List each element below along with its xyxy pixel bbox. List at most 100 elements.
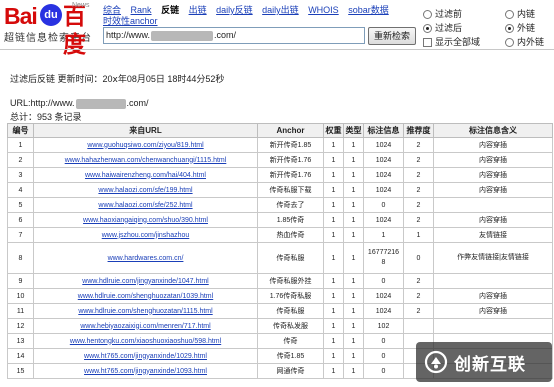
cell-tag-meaning: 内容穿插	[433, 137, 553, 153]
table-row: 8 www.hardwares.com.cn/传奇私服 1 1 16777216 80作…	[7, 242, 553, 274]
tab-outlinks[interactable]: 出链	[189, 5, 207, 15]
cell-weight: 1	[323, 182, 344, 198]
cell-from-url[interactable]: www.hardwares.com.cn/	[33, 242, 258, 274]
option-before-filter[interactable]: 过滤前	[423, 8, 480, 20]
cell-weight: 1	[323, 288, 344, 304]
cell-index: 6	[7, 212, 34, 228]
cell-index: 2	[7, 152, 34, 168]
table-row: 6 www.haoxiangaiqing.com/shuo/390.html 1.8…	[7, 212, 553, 228]
radio-checked-icon	[505, 23, 514, 33]
tab-whois[interactable]: WHOIS	[308, 5, 339, 15]
cell-recommend: 2	[403, 273, 434, 289]
col-header-recommend[interactable]: 推荐度	[403, 123, 434, 138]
cell-recommend: 2	[403, 182, 434, 198]
cell-from-url[interactable]: www.hdlruie.com/jingyanxinde/1047.html	[33, 273, 258, 289]
cell-from-url[interactable]: www.guohuqsiwo.com/ziyou/819.html	[33, 137, 258, 153]
cell-type: 1	[343, 348, 364, 364]
cell-tag-meaning: 内容穿插	[433, 288, 553, 304]
cell-type: 1	[343, 197, 364, 213]
tab-daily-outlinks[interactable]: daily出链	[262, 5, 299, 15]
cell-recommend	[403, 318, 434, 334]
option-label: 外链	[517, 23, 536, 33]
cell-recommend: 2	[403, 303, 434, 319]
cell-from-url[interactable]: www.haiwairenzheng.com/hai/404.html	[33, 167, 258, 183]
cell-index: 11	[7, 303, 34, 319]
backlinks-table: 编号 来自URL Anchor 权重 类型 标注信息 推荐度 标注信息含义 1 w…	[7, 123, 553, 379]
cell-tag-meaning: 内容穿插	[433, 303, 553, 319]
cell-weight: 1	[323, 363, 344, 379]
checkbox-icon	[423, 37, 432, 47]
option-label: 显示全部域	[435, 37, 481, 47]
header-divider	[0, 49, 554, 50]
logo-text-left: Bai	[4, 3, 38, 29]
cell-from-url[interactable]: www.hebiyaozaixigi.com/menren/717.html	[33, 318, 258, 334]
url-input[interactable]: http://www. .com/	[103, 27, 365, 44]
cell-index: 4	[7, 182, 34, 198]
tab-backlinks[interactable]: 反链	[161, 5, 179, 15]
cell-from-url[interactable]: www.jszhou.com/jinshazhou	[33, 227, 258, 243]
tab-daily-backlinks[interactable]: daily反链	[216, 5, 253, 15]
total-records: 总计：953 条记录	[10, 112, 82, 122]
cell-recommend: 1	[403, 227, 434, 243]
cell-type: 1	[343, 137, 364, 153]
cell-weight: 1	[323, 152, 344, 168]
cell-type: 1	[343, 303, 364, 319]
watermark-text: 创新互联	[454, 354, 526, 374]
cell-type: 1	[343, 363, 364, 379]
cell-tag-meaning: 内容穿插	[433, 182, 553, 198]
option-show-all-domains[interactable]: 显示全部域	[423, 36, 480, 48]
cell-from-url[interactable]: www.haoxiangaiqing.com/shuo/390.html	[33, 212, 258, 228]
radio-icon	[505, 37, 514, 47]
col-header-tag-meaning[interactable]: 标注信息含义	[433, 123, 553, 138]
option-label: 内链	[517, 9, 536, 19]
col-header-tag-info[interactable]: 标注信息	[363, 123, 404, 138]
cell-tag-info: 102	[363, 318, 404, 334]
cell-type: 1	[343, 152, 364, 168]
tab-timely-anchor[interactable]: 时效性anchor	[103, 14, 158, 27]
col-header-type[interactable]: 类型	[343, 123, 364, 138]
cell-from-url[interactable]: www.ht765.com/jingyanxinde/1093.html	[33, 363, 258, 379]
cell-tag-info: 1024	[363, 182, 404, 198]
cell-anchor: 新开传奇1.76	[257, 152, 324, 168]
col-header-index: 编号	[7, 123, 34, 138]
cell-tag-meaning	[433, 197, 553, 213]
baidu-logo[interactable]: Bai du 百度 News 超链信息检索平台	[4, 2, 102, 57]
cell-index: 9	[7, 273, 34, 289]
cell-from-url[interactable]: www.hdlruie.com/shenghuozatan/1115.html	[33, 303, 258, 319]
cell-recommend: 2	[403, 288, 434, 304]
option-external[interactable]: 外链	[505, 22, 544, 34]
cell-type: 1	[343, 333, 364, 349]
table-row: 3 www.haiwairenzheng.com/hai/404.html 新开传奇…	[7, 167, 553, 183]
option-label: 过滤前	[435, 9, 463, 19]
cell-from-url[interactable]: www.ht765.com/jingyanxinde/1029.html	[33, 348, 258, 364]
cell-tag-meaning	[433, 273, 553, 289]
cell-weight: 1	[323, 167, 344, 183]
cell-type: 1	[343, 273, 364, 289]
table-row: 7 www.jszhou.com/jinshazhou 热血传奇 1 1 1 1 友情链接	[7, 227, 553, 243]
cell-from-url[interactable]: www.halaozi.com/sfe/199.html	[33, 182, 258, 198]
cell-anchor: 网通传奇	[257, 363, 324, 379]
cell-weight: 1	[323, 227, 344, 243]
cell-tag-info: 1024	[363, 137, 404, 153]
option-after-filter[interactable]: 过滤后	[423, 22, 480, 34]
table-row: 5 www.halaozi.com/sfe/252.html 传奇去了 1 1 0 2	[7, 197, 553, 213]
research-button[interactable]: 重新检索	[368, 27, 416, 45]
col-header-from-url[interactable]: 来自URL	[33, 123, 258, 138]
tab-sobar[interactable]: sobar数据	[348, 5, 389, 15]
url-suffix: .com/	[214, 30, 237, 40]
cell-tag-meaning	[433, 318, 553, 334]
col-header-weight[interactable]: 权重	[323, 123, 344, 138]
masked-domain	[151, 30, 214, 41]
option-internal[interactable]: 内链	[505, 8, 544, 20]
cell-from-url[interactable]: www.hentongku.com/xiaoshuoxiaoshuo/598.h…	[33, 333, 258, 349]
col-header-anchor[interactable]: Anchor	[257, 123, 324, 138]
brand-logo-icon	[424, 350, 448, 374]
cell-tag-info: 0	[363, 333, 404, 349]
cell-from-url[interactable]: www.hdlruie.com/shenghuozatan/1039.html	[33, 288, 258, 304]
option-internal-external[interactable]: 内外链	[505, 36, 544, 48]
cell-from-url[interactable]: www.hahazhenwan.com/chenwanchuangi/1115.…	[33, 152, 258, 168]
cell-from-url[interactable]: www.halaozi.com/sfe/252.html	[33, 197, 258, 213]
cell-tag-info: 0	[363, 197, 404, 213]
cell-tag-meaning: 内容穿插	[433, 167, 553, 183]
cell-recommend: 2	[403, 167, 434, 183]
